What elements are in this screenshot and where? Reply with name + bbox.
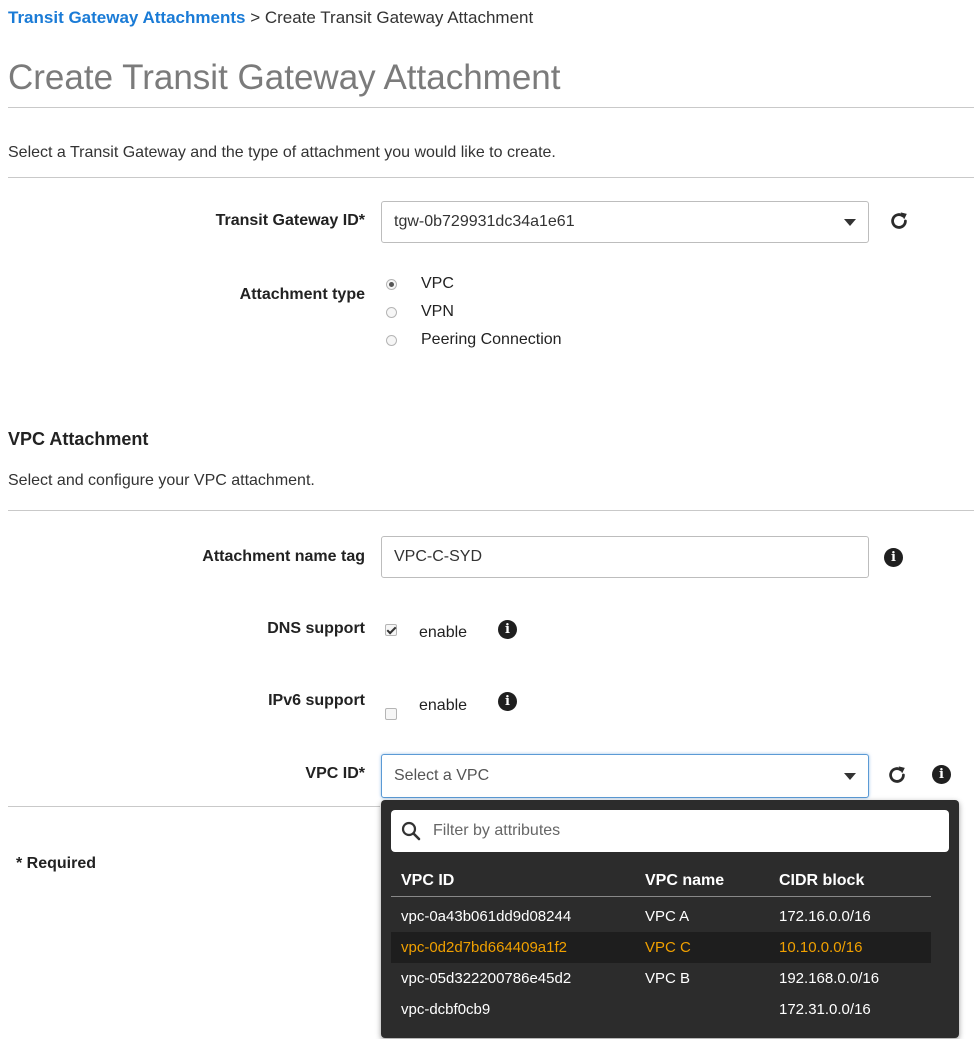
table-row-highlighted[interactable]: vpc-0d2d7bd664409a1f2 VPC C 10.10.0.0/16 [391,932,931,963]
divider [8,806,380,807]
info-icon[interactable]: i [884,548,903,567]
table-row[interactable]: vpc-0a43b061dd9d08244 VPC A 172.16.0.0/1… [391,901,931,932]
column-header-vpc-name: VPC name [645,872,725,889]
breadcrumb: Transit Gateway Attachments > Create Tra… [8,8,533,28]
intro-text: Select a Transit Gateway and the type of… [8,144,556,161]
vpc-id-select[interactable]: Select a VPC [381,754,869,798]
attachment-type-group: VPC VPN Peering Connection [386,270,562,354]
vpc-id-placeholder: Select a VPC [394,767,490,784]
search-icon [401,821,421,841]
divider [8,177,974,178]
radio-button[interactable] [386,334,397,346]
cell-cidr: 10.10.0.0/16 [779,939,863,956]
cell-vpc-name: VPC B [645,970,691,987]
attachment-type-label: Attachment type [239,286,365,303]
divider [8,107,974,108]
radio-label: VPN [421,303,454,320]
filter-input[interactable] [431,821,949,841]
vpc-attachment-heading: VPC Attachment [8,429,149,449]
cell-vpc-name: VPC A [645,908,690,925]
cell-cidr: 172.16.0.0/16 [779,908,871,925]
table-row[interactable]: vpc-dcbf0cb9 172.31.0.0/16 [391,994,931,1025]
column-header-cidr: CIDR block [779,872,865,889]
caret-down-icon [844,218,856,226]
refresh-icon[interactable] [888,210,910,232]
page-title: Create Transit Gateway Attachment [8,58,561,97]
dns-support-label: DNS support [267,620,365,637]
caret-down-icon [844,772,856,780]
name-tag-label: Attachment name tag [202,548,365,565]
cell-cidr: 172.31.0.0/16 [779,1001,871,1018]
info-icon[interactable]: i [498,692,517,711]
radio-label: VPC [421,275,454,292]
cell-vpc-id: vpc-0d2d7bd664409a1f2 [401,939,567,956]
radio-button[interactable] [386,306,397,318]
info-icon[interactable]: i [498,620,517,639]
transit-gateway-value: tgw-0b729931dc34a1e61 [394,213,575,230]
table-header: VPC ID VPC name CIDR block [391,866,931,897]
radio-option-vpn[interactable]: VPN [386,298,562,326]
vpc-id-label: VPC ID* [305,765,365,782]
breadcrumb-link-attachments[interactable]: Transit Gateway Attachments [8,8,245,27]
table-row[interactable]: vpc-05d322200786e45d2 VPC B 192.168.0.0/… [391,963,931,994]
cell-cidr: 192.168.0.0/16 [779,970,880,987]
name-tag-input[interactable] [381,536,869,578]
ipv6-support-checkbox[interactable] [385,708,397,720]
column-header-vpc-id: VPC ID [401,872,455,889]
dns-support-checkbox[interactable] [385,624,397,636]
vpc-dropdown: VPC ID VPC name CIDR block vpc-0a43b061d… [381,800,959,1038]
cell-vpc-id: vpc-dcbf0cb9 [401,1001,491,1018]
radio-label: Peering Connection [421,331,562,348]
vpc-table: VPC ID VPC name CIDR block vpc-0a43b061d… [391,866,931,1025]
radio-option-vpc[interactable]: VPC [386,270,562,298]
ipv6-support-label: IPv6 support [268,692,365,709]
info-icon[interactable]: i [932,765,951,784]
ipv6-support-enable-label: enable [419,697,468,714]
transit-gateway-select[interactable]: tgw-0b729931dc34a1e61 [381,201,869,243]
breadcrumb-separator: > [250,8,261,27]
filter-box[interactable] [391,810,949,852]
divider [8,510,974,511]
dns-support-enable-label: enable [419,624,468,641]
refresh-icon[interactable] [886,764,908,786]
required-note: * Required [16,855,97,872]
cell-vpc-name: VPC C [645,939,691,956]
radio-button[interactable] [386,278,397,290]
vpc-attachment-description: Select and configure your VPC attachment… [8,472,315,489]
radio-option-peering[interactable]: Peering Connection [386,326,562,354]
cell-vpc-id: vpc-0a43b061dd9d08244 [401,908,572,925]
cell-vpc-id: vpc-05d322200786e45d2 [401,970,572,987]
breadcrumb-current: Create Transit Gateway Attachment [264,8,534,27]
transit-gateway-label: Transit Gateway ID* [215,212,365,229]
